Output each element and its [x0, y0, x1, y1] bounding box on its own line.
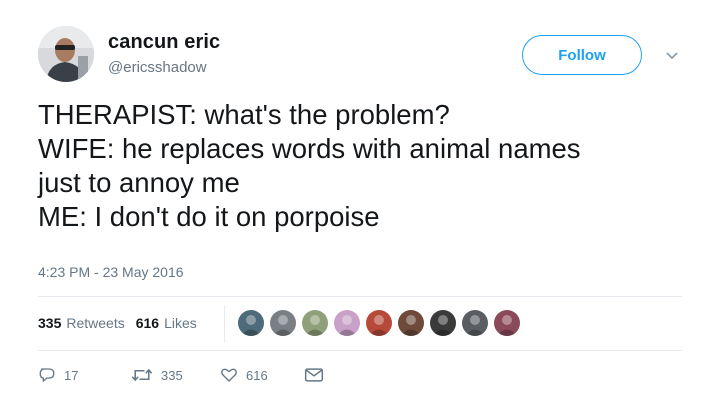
tweet-line: ME: I don't do it on porpoise	[38, 201, 380, 232]
tweet-stats: 335 Retweets 616 Likes	[38, 315, 197, 331]
liker-avatars	[238, 310, 526, 336]
chevron-down-icon[interactable]	[662, 46, 682, 66]
liker-avatar[interactable]	[398, 310, 424, 336]
envelope-icon	[304, 368, 324, 382]
liker-avatar[interactable]	[238, 310, 264, 336]
tweet-line: WIFE: he replaces words with animal name…	[38, 133, 581, 164]
timestamp[interactable]: 4:23 PM - 23 May 2016	[38, 264, 184, 280]
tweet-card: cancun eric @ericsshadow Follow THERAPIS…	[0, 0, 720, 417]
liker-avatar[interactable]	[334, 310, 360, 336]
liker-avatar[interactable]	[462, 310, 488, 336]
likes-stat[interactable]: 616 Likes	[136, 315, 197, 331]
stats-separator	[224, 305, 225, 343]
reply-button[interactable]: 17	[38, 366, 110, 384]
liker-avatar[interactable]	[302, 310, 328, 336]
divider	[38, 296, 682, 297]
liker-avatar[interactable]	[494, 310, 520, 336]
tweet-text: THERAPIST: what's the problem? WIFE: he …	[38, 98, 698, 234]
avatar[interactable]	[38, 26, 94, 82]
reply-icon	[39, 368, 55, 382]
user-handle[interactable]: @ericsshadow	[108, 59, 207, 76]
like-button[interactable]: 616	[220, 366, 304, 384]
retweet-count: 335	[161, 367, 183, 383]
retweets-label: Retweets	[66, 315, 125, 331]
retweet-button[interactable]: 335	[131, 366, 220, 384]
retweets-stat[interactable]: 335 Retweets	[38, 315, 125, 331]
follow-button[interactable]: Follow	[522, 35, 642, 75]
user-name[interactable]: cancun eric	[108, 31, 220, 54]
direct-message-button[interactable]	[304, 367, 332, 383]
liker-avatar[interactable]	[366, 310, 392, 336]
divider	[38, 350, 682, 351]
reply-count: 17	[64, 367, 79, 383]
liker-avatar[interactable]	[430, 310, 456, 336]
retweet-icon	[131, 368, 153, 382]
likes-count: 616	[135, 315, 160, 331]
retweets-count: 335	[38, 315, 62, 331]
like-count: 616	[246, 367, 268, 383]
liker-avatar[interactable]	[270, 310, 296, 336]
heart-icon	[221, 368, 237, 382]
tweet-line: THERAPIST: what's the problem?	[38, 99, 450, 130]
tweet-actions: 17 335 616	[38, 366, 332, 384]
tweet-line: just to annoy me	[38, 167, 240, 198]
likes-label: Likes	[164, 315, 197, 331]
